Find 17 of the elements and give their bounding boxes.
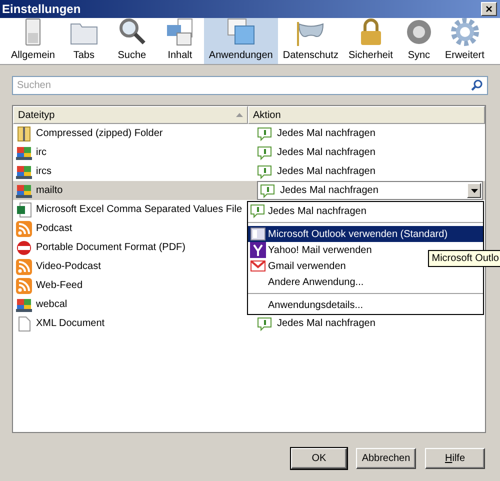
table-cell: mailto bbox=[36, 185, 63, 196]
table-cell: Compressed (zipped) Folder bbox=[36, 128, 163, 139]
table-cell: Jedes Mal nachfragen bbox=[277, 128, 376, 139]
window-title: Einstellungen bbox=[2, 2, 81, 16]
tooltip: Microsoft Outlo bbox=[428, 250, 500, 267]
table-cell: webcal bbox=[36, 299, 68, 310]
table-cell: irc bbox=[36, 147, 47, 158]
table-cell: Video-Podcast bbox=[36, 261, 101, 272]
table-cell: Jedes Mal nachfragen bbox=[277, 147, 376, 158]
table-cell: XML Document bbox=[36, 318, 105, 329]
table-cell: Jedes Mal nachfragen bbox=[277, 318, 376, 329]
table-cell: ircs bbox=[36, 166, 52, 177]
table-cell: Jedes Mal nachfragen bbox=[277, 166, 376, 177]
table-cell: Web-Feed bbox=[36, 280, 83, 291]
table-cell: Microsoft Excel Comma Separated Values File bbox=[36, 204, 242, 215]
table-cell: Podcast bbox=[36, 223, 72, 234]
table-cell: Portable Document Format (PDF) bbox=[36, 242, 186, 253]
